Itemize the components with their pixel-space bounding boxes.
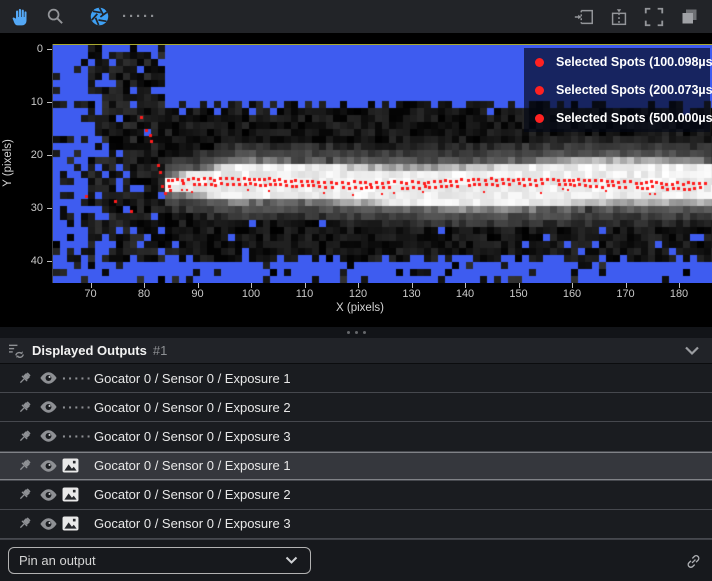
legend-marker-dot	[535, 86, 544, 95]
fit-height-icon[interactable]	[606, 4, 632, 30]
legend-item-label: Selected Spots (100.098µs)	[556, 55, 712, 69]
y-tick-mark	[47, 261, 52, 262]
output-row[interactable]: Gocator 0 / Sensor 0 / Exposure 2	[0, 481, 712, 510]
panel-splitter-handle[interactable]	[0, 327, 712, 338]
x-tick-label: 140	[456, 288, 474, 300]
collapse-chevron-icon[interactable]	[680, 340, 704, 362]
legend-item-label: Selected Spots (500.000µs)	[556, 111, 712, 125]
output-row-label: Gocator 0 / Sensor 0 / Exposure 3	[94, 429, 291, 444]
toolbar-right-group	[571, 4, 712, 30]
output-row[interactable]: ····· Gocator 0 / Sensor 0 / Exposure 2	[0, 393, 712, 422]
y-tick-label: 0	[13, 43, 43, 55]
y-tick-label: 20	[13, 149, 43, 161]
x-tick-label: 80	[138, 288, 150, 300]
panel-footer: Pin an output	[0, 539, 712, 581]
output-row[interactable]: ····· Gocator 0 / Sensor 0 / Exposure 1	[0, 364, 712, 393]
toolbar-left-group: ·····	[0, 4, 157, 30]
x-tick-label: 180	[670, 288, 688, 300]
legend-item[interactable]: Selected Spots (100.098µs)	[524, 48, 710, 76]
visibility-eye-icon[interactable]	[36, 485, 60, 505]
pin-icon[interactable]	[12, 456, 36, 476]
visibility-eye-icon[interactable]	[36, 456, 60, 476]
fit-width-icon[interactable]	[571, 4, 597, 30]
displayed-outputs-panel: Displayed Outputs #1 ····· Gocator 0 / S…	[0, 338, 712, 581]
output-row-label: Gocator 0 / Sensor 0 / Exposure 2	[94, 487, 291, 502]
x-tick-label: 160	[563, 288, 581, 300]
y-tick-label: 10	[13, 96, 43, 108]
visibility-eye-icon[interactable]	[36, 514, 60, 534]
output-row-label: Gocator 0 / Sensor 0 / Exposure 3	[94, 516, 291, 531]
y-axis-label: Y (pixels)	[2, 118, 14, 208]
visibility-eye-icon[interactable]	[36, 397, 60, 417]
panel-number: #1	[153, 343, 167, 358]
dropdown-chevron-icon	[285, 556, 298, 565]
zoom-search-icon[interactable]	[42, 4, 68, 30]
output-row[interactable]: Gocator 0 / Sensor 0 / Exposure 1	[0, 452, 712, 481]
fit-view-icon[interactable]	[641, 4, 667, 30]
y-tick-mark	[47, 102, 52, 103]
y-tick-mark	[47, 49, 52, 50]
displayed-outputs-icon	[8, 343, 25, 358]
x-tick-label: 100	[242, 288, 260, 300]
x-tick-label: 90	[191, 288, 203, 300]
output-row[interactable]: Gocator 0 / Sensor 0 / Exposure 3	[0, 510, 712, 539]
y-tick-label: 30	[13, 202, 43, 214]
pin-output-dropdown-value: Pin an output	[19, 553, 285, 568]
image-type-icon	[62, 516, 79, 531]
output-row-label: Gocator 0 / Sensor 0 / Exposure 1	[94, 371, 291, 386]
panel-title: Displayed Outputs	[32, 343, 147, 358]
x-tick-label: 110	[296, 288, 314, 300]
link-icon[interactable]	[682, 551, 704, 571]
image-type-icon	[62, 487, 79, 502]
output-row-label: Gocator 0 / Sensor 0 / Exposure 1	[94, 458, 291, 473]
spots-type-icon: ·····	[62, 374, 93, 382]
pan-hand-icon[interactable]	[8, 4, 34, 30]
pin-icon[interactable]	[12, 514, 36, 534]
output-rows-list: ····· Gocator 0 / Sensor 0 / Exposure 1 …	[0, 364, 712, 539]
dotted-line-style-icon[interactable]: ·····	[120, 12, 157, 22]
x-tick-label: 150	[509, 288, 527, 300]
y-tick-mark	[47, 155, 52, 156]
visibility-eye-icon[interactable]	[36, 368, 60, 388]
x-tick-label: 70	[84, 288, 96, 300]
legend-marker-dot	[535, 114, 544, 123]
pin-icon[interactable]	[12, 485, 36, 505]
visibility-eye-icon[interactable]	[36, 426, 60, 446]
legend-marker-dot	[535, 58, 544, 67]
plot-toolbar: ·····	[0, 0, 712, 33]
legend-item-label: Selected Spots (200.073µs)	[556, 83, 712, 97]
output-row[interactable]: ····· Gocator 0 / Sensor 0 / Exposure 3	[0, 422, 712, 451]
spots-type-icon: ·····	[62, 432, 93, 440]
shutter-exposure-icon[interactable]	[86, 4, 112, 30]
x-tick-label: 120	[349, 288, 367, 300]
x-tick-label: 130	[402, 288, 420, 300]
pin-icon[interactable]	[12, 426, 36, 446]
layers-icon[interactable]	[676, 4, 702, 30]
x-tick-label: 170	[616, 288, 634, 300]
image-plot-viewport[interactable]: Y (pixels) X (pixels) 708090100110120130…	[0, 33, 712, 327]
displayed-outputs-header: Displayed Outputs #1	[0, 338, 712, 364]
pin-output-dropdown[interactable]: Pin an output	[8, 547, 311, 574]
legend-item[interactable]: Selected Spots (200.073µs)	[524, 76, 710, 104]
image-type-icon	[62, 458, 79, 473]
pin-icon[interactable]	[12, 397, 36, 417]
legend-item[interactable]: Selected Spots (500.000µs)	[524, 104, 710, 132]
spots-type-icon: ·····	[62, 403, 93, 411]
y-tick-label: 40	[13, 255, 43, 267]
output-row-label: Gocator 0 / Sensor 0 / Exposure 2	[94, 400, 291, 415]
pin-icon[interactable]	[12, 368, 36, 388]
plot-legend: Selected Spots (100.098µs) Selected Spot…	[524, 48, 710, 132]
x-axis-label: X (pixels)	[270, 302, 450, 314]
y-tick-mark	[47, 208, 52, 209]
